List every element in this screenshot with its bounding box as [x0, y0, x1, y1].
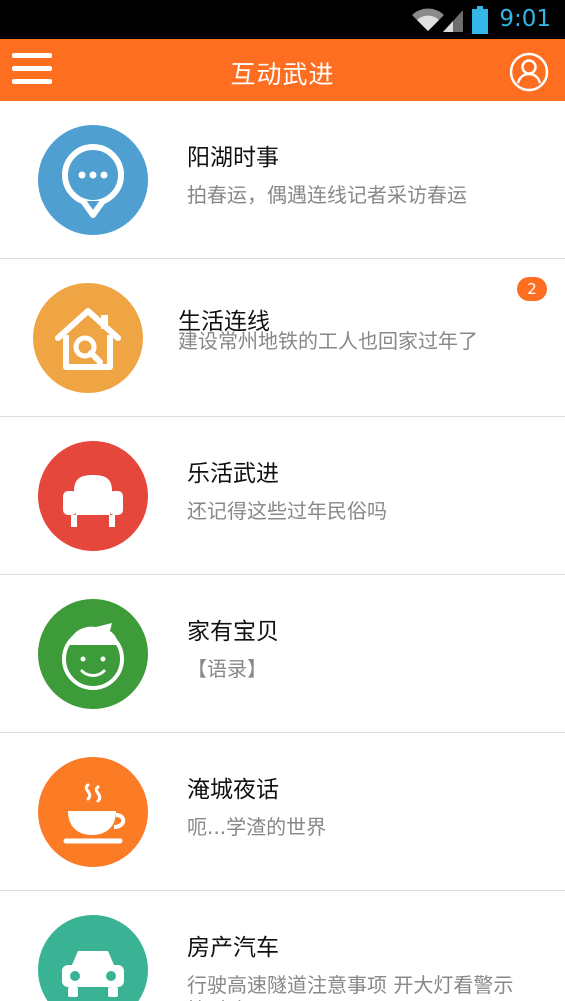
item-title: 淹城夜话 — [187, 777, 279, 803]
avatar — [38, 757, 148, 867]
chat-bubble-icon — [62, 144, 124, 218]
item-subtitle: 【语录】 — [187, 657, 267, 681]
item-title: 阳湖时事 — [187, 145, 279, 171]
status-time: 9:01 — [499, 6, 551, 32]
car-icon — [62, 951, 124, 997]
item-subtitle: 呃...学渣的世界 — [187, 815, 327, 839]
item-title: 房产汽车 — [187, 935, 279, 961]
list-item[interactable]: 房产汽车 行驶高速隧道注意事项 开大灯看警示控时速 — [0, 891, 565, 1001]
list-item[interactable]: 淹城夜话 呃...学渣的世界 — [0, 733, 565, 891]
armchair-icon — [63, 475, 123, 527]
avatar — [38, 599, 148, 709]
battery-icon — [472, 6, 488, 34]
list-item[interactable]: 生活连线 建设常州地铁的工人也回家过年了 2 — [0, 259, 565, 417]
avatar — [38, 915, 148, 1001]
item-title: 家有宝贝 — [187, 619, 279, 645]
item-subtitle: 建设常州地铁的工人也回家过年了 — [178, 329, 478, 353]
avatar — [33, 283, 143, 393]
coffee-cup-icon — [63, 783, 126, 844]
user-profile-icon[interactable] — [509, 52, 549, 92]
baby-face-icon — [62, 623, 124, 690]
avatar — [38, 125, 148, 235]
unread-badge: 2 — [517, 277, 547, 301]
status-bar: 9:01 — [0, 0, 565, 39]
channel-list: 阳湖时事 拍春运，偶遇连线记者采访春运 生活连线 建设常州地铁的工人也回家过年了… — [0, 101, 565, 1001]
item-subtitle: 还记得这些过年民俗吗 — [187, 499, 387, 523]
item-subtitle: 行驶高速隧道注意事项 开大灯看警示控时速 — [187, 973, 514, 1001]
list-item[interactable]: 阳湖时事 拍春运，偶遇连线记者采访春运 — [0, 101, 565, 259]
app-header: 互动武进 — [0, 39, 565, 101]
page-title: 互动武进 — [230, 60, 335, 89]
house-search-icon — [55, 308, 121, 370]
list-item[interactable]: 家有宝贝 【语录】 — [0, 575, 565, 733]
item-subtitle: 拍春运，偶遇连线记者采访春运 — [187, 183, 467, 207]
list-item[interactable]: 乐活武进 还记得这些过年民俗吗 — [0, 417, 565, 575]
avatar — [38, 441, 148, 551]
item-title: 乐活武进 — [187, 461, 279, 487]
signal-icon — [443, 10, 463, 32]
